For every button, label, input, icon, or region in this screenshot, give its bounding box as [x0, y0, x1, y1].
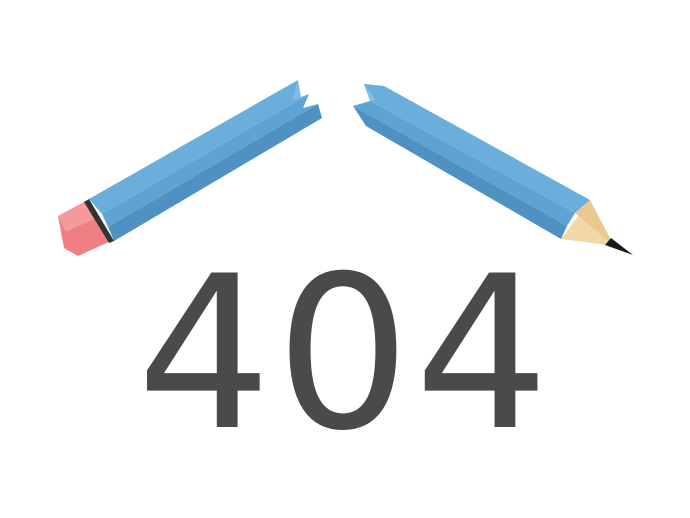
pencil-body-left	[89, 80, 309, 214]
error-page: 404	[0, 0, 690, 518]
error-code-heading: 404	[136, 230, 554, 477]
pencil-body-right	[364, 84, 590, 213]
